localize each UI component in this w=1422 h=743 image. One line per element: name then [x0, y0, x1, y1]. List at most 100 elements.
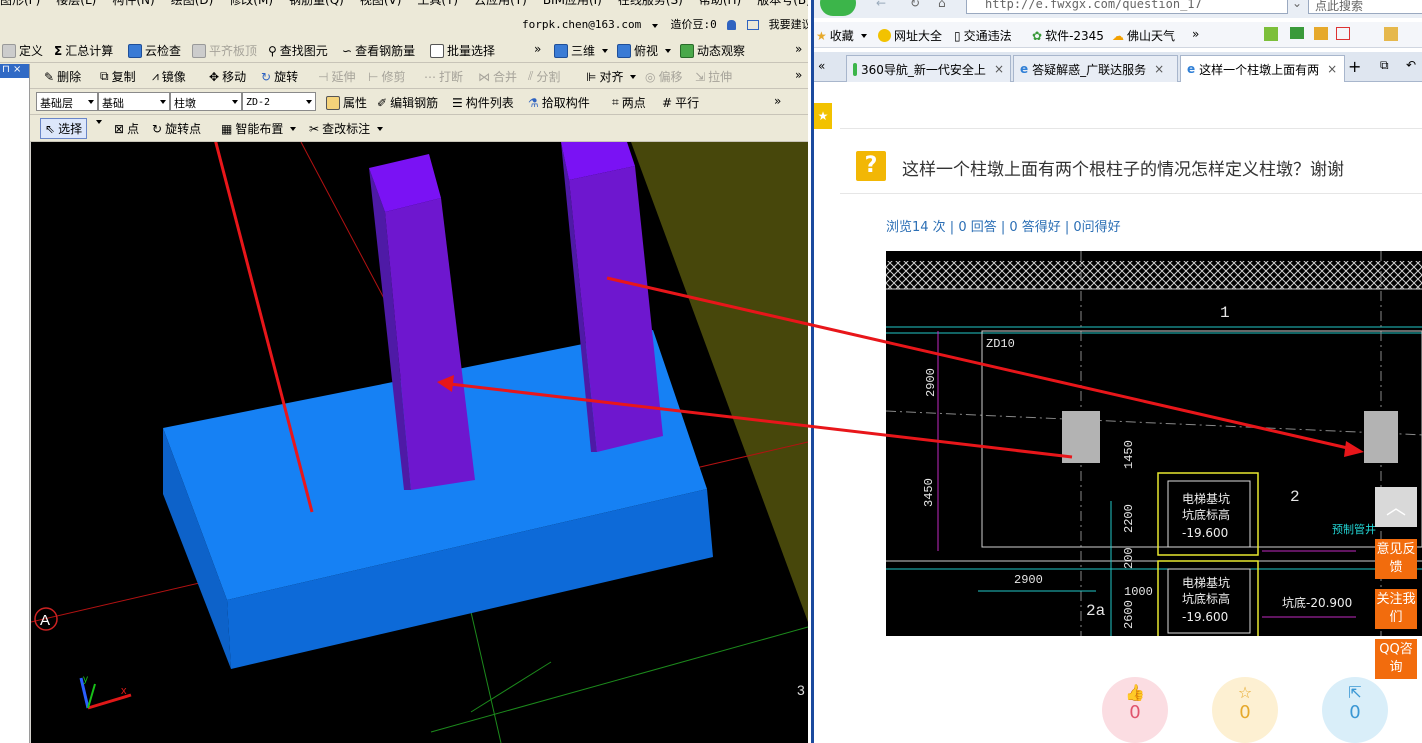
component-list-button[interactable]: ☰ 构件列表: [452, 94, 514, 111]
restore-tabs-icon[interactable]: ⧉: [1380, 58, 1389, 73]
left-side-panel[interactable]: ⊓ ×: [0, 64, 30, 743]
layer-select[interactable]: 基础层: [36, 92, 98, 111]
apps-icon[interactable]: [1264, 27, 1278, 41]
move-button[interactable]: ✥ 移动: [209, 68, 246, 85]
split-button[interactable]: ⫽ 分割: [528, 68, 560, 85]
toolbar-overflow-icon[interactable]: »: [534, 42, 541, 56]
scroll-top-button[interactable]: ︿: [1375, 487, 1417, 527]
bell-icon[interactable]: [727, 20, 737, 30]
extend-button[interactable]: ⊣ 延伸: [318, 68, 355, 85]
menu-item[interactable]: 工具(T): [417, 0, 458, 7]
home-icon[interactable]: ⌂: [938, 0, 946, 10]
close-tab-icon[interactable]: ×: [1154, 62, 1164, 76]
fav-link-weather[interactable]: ☁ 佛山天气: [1112, 27, 1175, 44]
menu-item[interactable]: 构件(N): [112, 0, 154, 7]
properties-button[interactable]: 属性: [326, 94, 367, 111]
menu-item[interactable]: 在线服务(S): [618, 0, 683, 7]
3d-scene[interactable]: A 3 x y: [31, 142, 808, 743]
align-button[interactable]: ⊫ 对齐: [586, 68, 637, 85]
gift-icon[interactable]: [1314, 27, 1328, 40]
favorites-menu[interactable]: ★ 收藏: [816, 27, 867, 44]
3d-viewport[interactable]: A 3 x y: [31, 142, 808, 743]
toolbar-overflow-icon[interactable]: »: [795, 42, 802, 56]
two-points-button[interactable]: ⌗ 两点: [612, 94, 646, 111]
stretch-button[interactable]: ⇲ 拉伸: [695, 68, 732, 85]
close-icon[interactable]: ×: [13, 64, 21, 75]
view-rebar-button[interactable]: ∽ 查看钢筋量: [342, 42, 415, 59]
menu-item[interactable]: 楼层(L): [56, 0, 96, 7]
define-button[interactable]: 定义: [2, 42, 43, 59]
dropdown-icon[interactable]: ⌄: [1292, 0, 1302, 10]
fav-link-navigation[interactable]: 网址大全: [878, 27, 942, 44]
pick-component-button[interactable]: ⚗ 拾取构件: [528, 94, 590, 111]
ad-block-icon[interactable]: [1336, 27, 1350, 40]
point-button[interactable]: ⊠ 点: [114, 120, 139, 137]
search-input[interactable]: 点此搜索: [1308, 0, 1422, 14]
change-label-button[interactable]: ✂ 查改标注: [309, 120, 384, 137]
rotate-button[interactable]: ↻ 旋转: [261, 68, 298, 85]
menu-item[interactable]: 修改(M): [229, 0, 273, 7]
edit-rebar-button[interactable]: ✐ 编辑钢筋: [377, 94, 438, 111]
smart-layout-button[interactable]: ▦ 智能布置: [221, 120, 297, 137]
tab-360-nav[interactable]: 360导航_新一代安全上 ×: [846, 55, 1011, 82]
follow-us-button[interactable]: 关注我们: [1375, 589, 1417, 629]
bookmark-star-icon[interactable]: ★: [814, 103, 832, 129]
tools-icon[interactable]: [1384, 27, 1398, 41]
browser-logo-icon[interactable]: [820, 0, 856, 16]
copy-button[interactable]: ⧉ 复制: [100, 68, 136, 85]
reload-icon[interactable]: ↻: [910, 0, 920, 10]
menu-item[interactable]: 帮助(H): [699, 0, 741, 7]
share-button[interactable]: ⇱ 0: [1322, 677, 1388, 743]
reader-icon[interactable]: [1290, 27, 1304, 39]
flat-board-button[interactable]: 平齐板顶: [192, 42, 257, 59]
tab-scroll-left-icon[interactable]: «: [818, 59, 825, 73]
menu-item[interactable]: BIM应用(I): [543, 0, 602, 7]
merge-button[interactable]: ⋈ 合并: [478, 68, 517, 85]
suggest-link[interactable]: 我要建议: [769, 18, 808, 31]
break-button[interactable]: ⋯ 打断: [424, 68, 463, 85]
fav-link-traffic[interactable]: ▯ 交通违法: [954, 27, 1012, 44]
type-select[interactable]: 柱墩: [170, 92, 242, 111]
suggest-icon[interactable]: [746, 20, 759, 30]
cloud-check-button[interactable]: 云检查: [128, 42, 181, 59]
close-tab-icon[interactable]: ×: [1327, 62, 1337, 76]
toolbar-overflow-icon[interactable]: »: [795, 68, 802, 82]
fav-overflow-icon[interactable]: »: [1192, 27, 1199, 41]
menu-item[interactable]: 视图(V): [360, 0, 402, 7]
close-tab-icon[interactable]: ×: [994, 62, 1004, 76]
back-icon[interactable]: ←: [876, 0, 886, 10]
trim-button[interactable]: ⊢ 修剪: [368, 68, 405, 85]
feedback-button[interactable]: 意见反馈: [1375, 539, 1417, 579]
menu-item[interactable]: 钢筋量(Q): [289, 0, 344, 7]
tab-glodon-service[interactable]: e 答疑解惑_广联达服务 ×: [1013, 55, 1178, 82]
toolbar-overflow-icon[interactable]: »: [774, 94, 781, 108]
tab-current-question[interactable]: e 这样一个柱墩上面有两 ×: [1180, 55, 1345, 82]
menu-item[interactable]: 绘图(D): [171, 0, 214, 7]
component-name-select[interactable]: ZD-2: [242, 92, 316, 111]
view3d-button[interactable]: 三维: [554, 42, 609, 59]
menu-item[interactable]: 云应用(Y): [474, 0, 527, 7]
address-bar[interactable]: http://e.fwxgx.com/question_17: [966, 0, 1288, 14]
parallel-button[interactable]: # 平行: [662, 94, 699, 111]
menu-item[interactable]: 版本号(B): [757, 0, 808, 7]
menu-item[interactable]: 图形(F): [0, 0, 40, 7]
select-dropdown[interactable]: [92, 120, 102, 124]
qq-consult-button[interactable]: QQ咨询: [1375, 639, 1417, 679]
mirror-button[interactable]: ⩘ 镜像: [152, 68, 186, 85]
like-button[interactable]: 👍 0: [1102, 677, 1168, 743]
find-element-button[interactable]: ⚲ 查找图元: [268, 42, 328, 59]
delete-button[interactable]: ✎ 删除: [44, 68, 81, 85]
favorite-button[interactable]: ☆ 0: [1212, 677, 1278, 743]
dynamic-view-button[interactable]: 动态观察: [680, 42, 745, 59]
fav-link-software[interactable]: ✿ 软件-2345: [1032, 27, 1104, 44]
undo-close-icon[interactable]: ↶: [1406, 58, 1416, 72]
batch-select-button[interactable]: 批量选择: [430, 42, 495, 59]
sum-button[interactable]: Σ 汇总计算: [54, 42, 113, 59]
dropdown-icon[interactable]: [651, 24, 658, 28]
category-select[interactable]: 基础: [98, 92, 170, 111]
rotate-point-button[interactable]: ↻ 旋转点: [152, 120, 201, 137]
new-tab-icon[interactable]: +: [1348, 57, 1361, 76]
account-email[interactable]: forpk.chen@163.com: [522, 18, 641, 31]
offset-button[interactable]: ◎ 偏移: [645, 68, 683, 85]
select-button[interactable]: ⇖ 选择: [40, 118, 88, 139]
